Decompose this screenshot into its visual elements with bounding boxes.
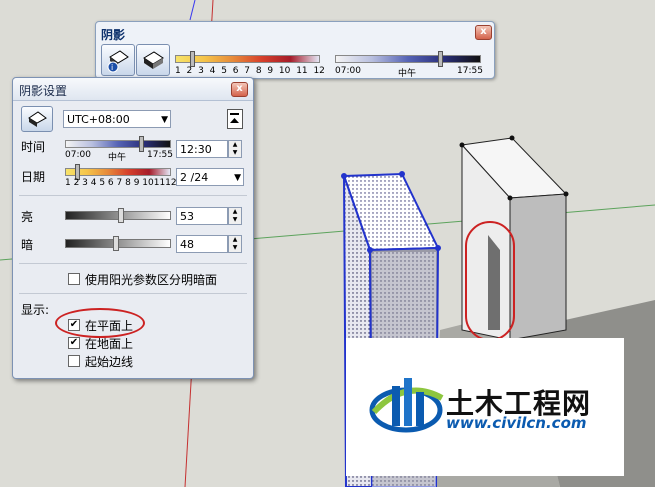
box-right-face [509,193,567,341]
watermark-panel: 土木工程网 www.civilcn.com [346,338,624,476]
light-spinner[interactable]: ▲ ▼ [228,207,242,225]
divider [19,195,247,196]
toolbar-close-button[interactable]: x [475,25,492,40]
chevron-down-icon: ▼ [234,173,241,183]
toggle-shadows-button[interactable] [21,106,53,132]
timezone-value: UTC+08:00 [67,113,130,126]
dark-spinner[interactable]: ▲ ▼ [228,235,242,253]
light-slider-thumb[interactable] [118,208,124,223]
watermark-url: www.civilcn.com [446,414,587,432]
on-ground-checkbox[interactable]: ✔ [68,337,80,349]
time-input[interactable]: 12:30 [176,140,228,158]
date-ticks: 1 2 3 4 5 6 7 8 9 101112 [65,178,177,188]
shadow-settings-dialog: 阴影设置 x UTC+08:00 ▼ 时间 07:00 中午 17:55 12:… [12,77,254,379]
toolbar-date-slider-thumb[interactable] [190,51,195,67]
toolbar-time-mid: 中午 [398,69,417,79]
dark-input[interactable]: 48 [176,235,228,253]
toolbar-title: 阴影 [101,28,126,42]
shadow-toolbar: 阴影 x i 1 2 3 4 5 6 7 8 9 10 11 12 07:00 中午 17:55 [95,21,495,79]
toolbar-time-start: 07:00 [335,66,361,76]
divider [19,263,247,264]
time-label: 时间 [21,140,46,154]
toolbar-time-slider[interactable] [335,55,481,63]
time-spinner[interactable]: ▲ ▼ [228,140,242,158]
blue-axis-line [189,0,196,21]
dark-label: 暗 [21,238,34,252]
date-select[interactable]: 2 /24 ▼ [176,168,244,186]
display-shadows-button[interactable] [136,44,170,76]
time-start-label: 07:00 [65,150,91,160]
cube-shadow-icon [143,51,164,69]
time-slider-thumb[interactable] [139,136,144,152]
from-edges-label: 起始边线 [85,355,134,369]
shadow-settings-icon: i [107,50,129,73]
civilcn-logo-icon [369,378,444,433]
timezone-select[interactable]: UTC+08:00 ▼ [63,110,171,128]
date-slider[interactable] [65,168,171,176]
dialog-close-button[interactable]: x [231,82,248,97]
light-input[interactable]: 53 [176,207,228,225]
time-slider[interactable] [65,140,171,148]
from-edges-checkbox[interactable] [68,355,80,367]
time-end-label: 17:55 [147,150,173,160]
collapse-toggle-button[interactable] [227,109,243,129]
light-label: 亮 [21,210,34,224]
annotation-ellipse [55,308,145,338]
box-shadow-sliver [488,235,500,330]
svg-text:i: i [111,63,113,72]
dialog-title: 阴影设置 [19,84,68,98]
shadow-settings-toggle-button[interactable]: i [101,44,135,76]
toolbar-date-ticks: 1 2 3 4 5 6 7 8 9 10 11 12 [175,66,325,76]
toolbar-time-end: 17:55 [457,66,483,76]
chevron-down-icon: ▼ [161,115,168,125]
date-value: 2 /24 [180,171,209,184]
display-label: 显示: [21,303,50,317]
date-label: 日期 [21,170,46,184]
collapse-icon [230,113,239,123]
use-sun-label: 使用阳光参数区分明暗面 [85,273,218,287]
time-mid-label: 中午 [108,153,127,163]
use-sun-checkbox[interactable] [68,273,80,285]
dark-slider-thumb[interactable] [113,236,119,251]
toolbar-time-slider-thumb[interactable] [438,51,443,67]
toolbar-date-slider[interactable] [175,55,320,63]
divider [19,293,247,294]
cube-shadow-icon [28,111,47,127]
